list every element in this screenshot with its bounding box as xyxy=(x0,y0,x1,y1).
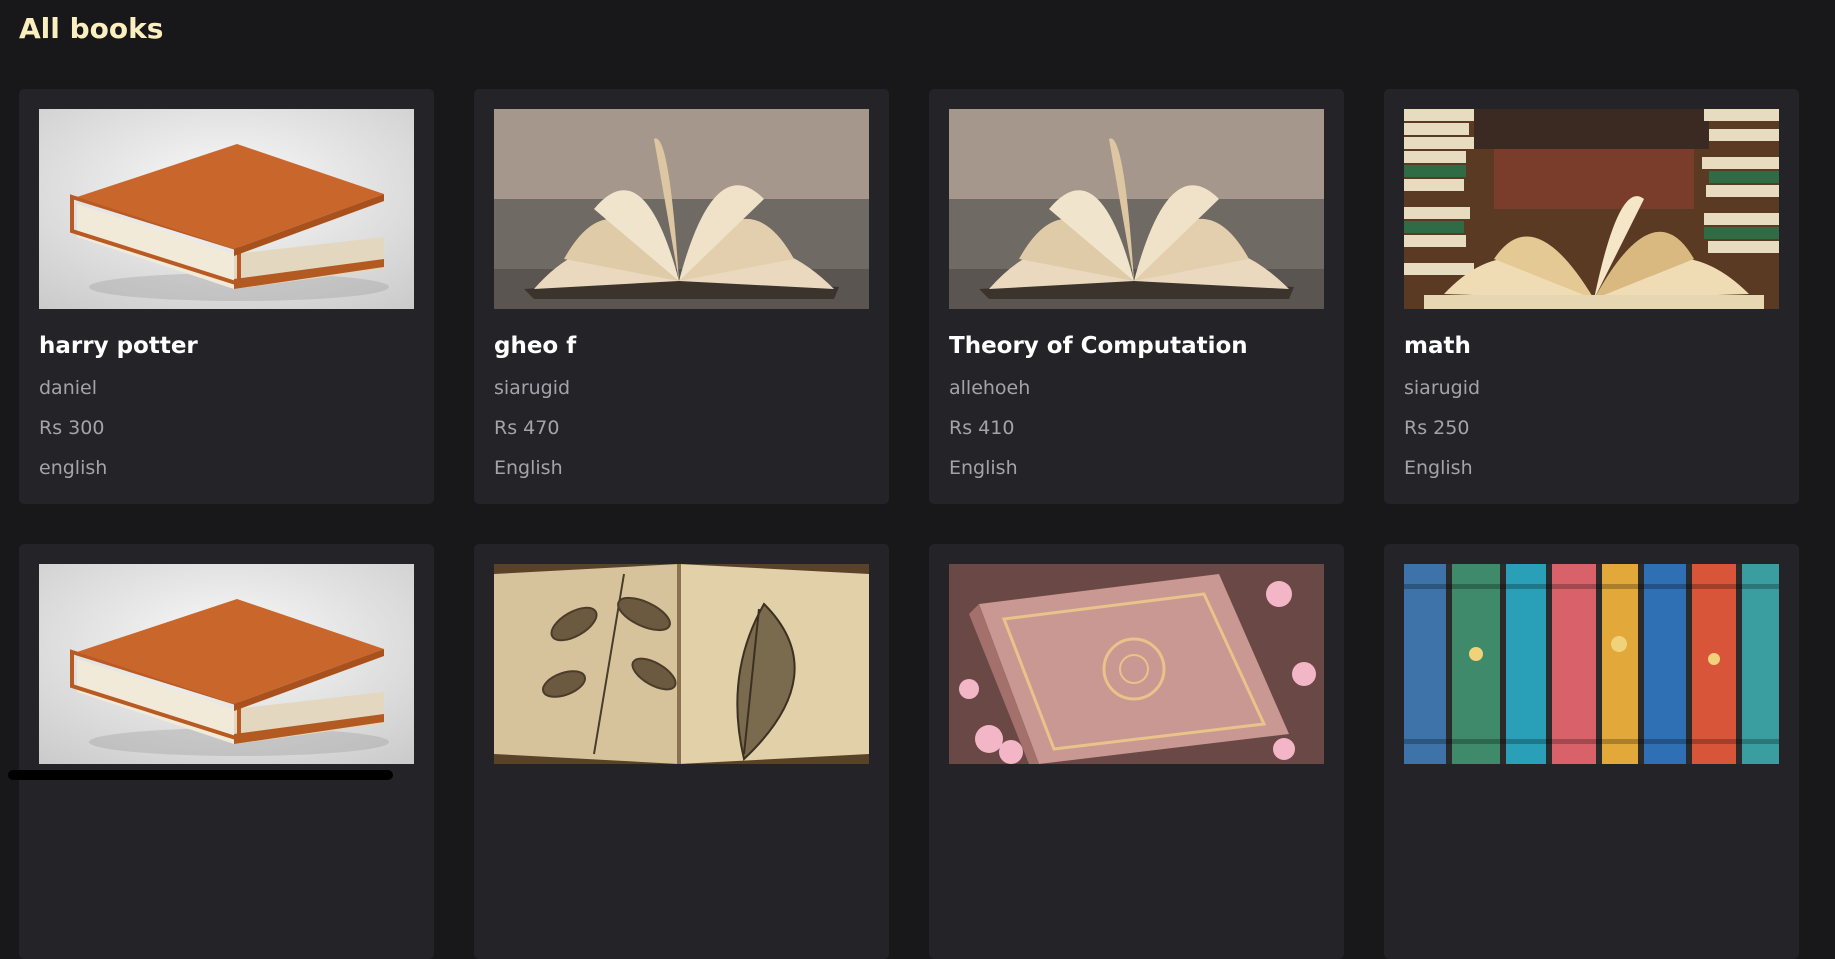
orange-book-icon xyxy=(39,109,414,309)
book-title[interactable]: Theory of Computation xyxy=(949,333,1248,359)
book-spines-icon xyxy=(1404,564,1779,764)
book-card[interactable]: harry potter daniel Rs 300 english xyxy=(19,89,434,504)
book-price: Rs 410 xyxy=(949,417,1015,439)
botanical-book-icon xyxy=(494,564,869,764)
book-cover-image[interactable] xyxy=(494,109,869,309)
book-title[interactable]: gheo f xyxy=(494,333,576,359)
book-cover-image[interactable] xyxy=(1404,109,1779,309)
book-author: siarugid xyxy=(1404,377,1481,399)
scroll-indicator xyxy=(8,770,393,780)
book-cover-image[interactable] xyxy=(949,109,1324,309)
book-language: English xyxy=(1404,457,1473,479)
book-cover-image[interactable] xyxy=(949,564,1324,764)
ornate-pink-book-icon xyxy=(949,564,1324,764)
book-card[interactable]: math siarugid Rs 250 English xyxy=(1384,89,1799,504)
book-title[interactable]: harry potter xyxy=(39,333,198,359)
book-card[interactable] xyxy=(1384,544,1799,959)
book-cover-image[interactable] xyxy=(39,109,414,309)
book-cover-image[interactable] xyxy=(494,564,869,764)
open-book-icon xyxy=(494,109,869,309)
page-title: All books xyxy=(19,12,164,45)
book-title[interactable]: math xyxy=(1404,333,1471,359)
book-price: Rs 250 xyxy=(1404,417,1470,439)
book-card[interactable]: gheo f siarugid Rs 470 English xyxy=(474,89,889,504)
book-price: Rs 470 xyxy=(494,417,560,439)
book-language: english xyxy=(39,457,108,479)
book-language: English xyxy=(494,457,563,479)
book-author: daniel xyxy=(39,377,97,399)
book-card[interactable] xyxy=(474,544,889,959)
book-language: English xyxy=(949,457,1018,479)
book-cover-image[interactable] xyxy=(39,564,414,764)
open-book-icon xyxy=(949,109,1324,309)
book-author: siarugid xyxy=(494,377,571,399)
orange-book-icon xyxy=(39,564,414,764)
book-author: allehoeh xyxy=(949,377,1031,399)
book-cover-image[interactable] xyxy=(1404,564,1779,764)
book-card[interactable] xyxy=(929,544,1344,959)
library-books-icon xyxy=(1404,109,1779,309)
book-card[interactable] xyxy=(19,544,434,959)
book-price: Rs 300 xyxy=(39,417,105,439)
book-card[interactable]: Theory of Computation allehoeh Rs 410 En… xyxy=(929,89,1344,504)
